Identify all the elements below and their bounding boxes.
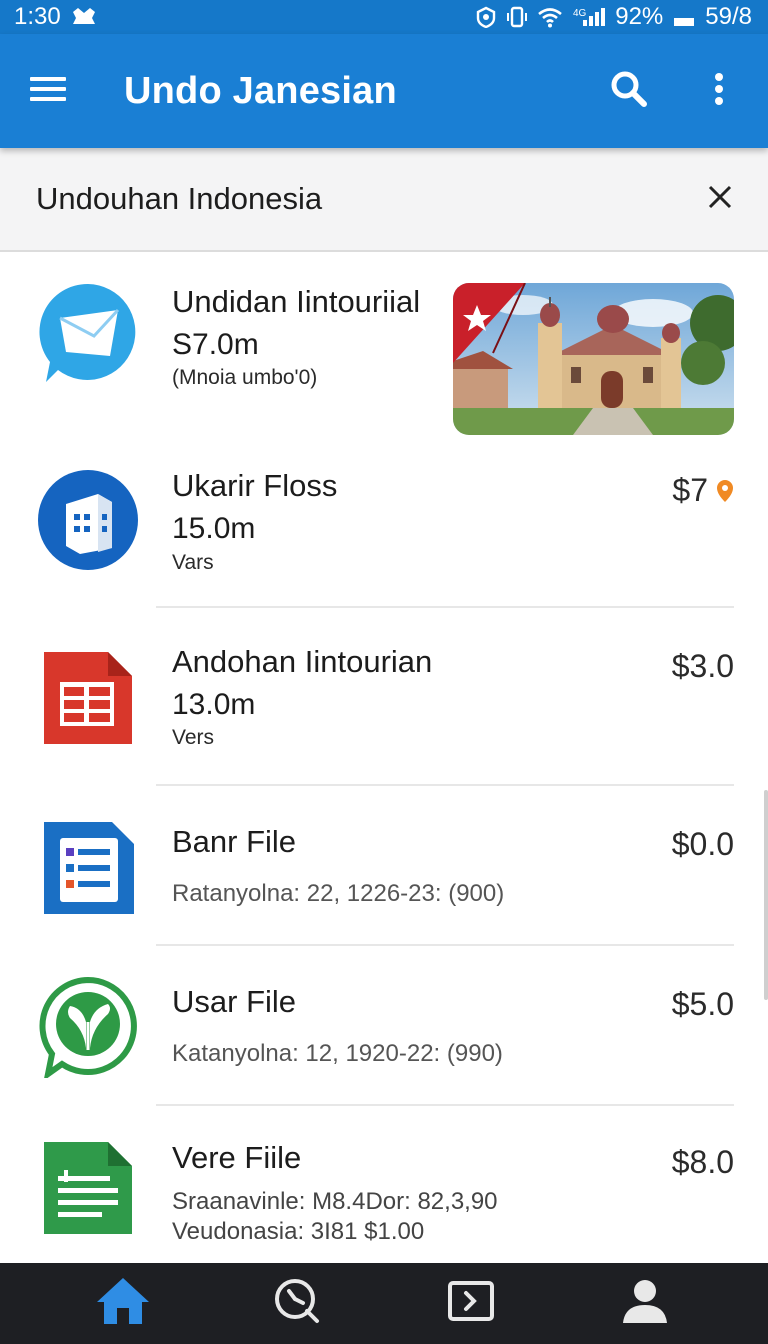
item-title: Vere Fiile [172, 1140, 302, 1175]
status-bar: 1:30 4G 92% 59/8 [0, 0, 768, 34]
svg-text:4G: 4G [573, 8, 587, 19]
app-title: Undo Janesian [124, 69, 397, 112]
app-notification-icon [71, 6, 97, 28]
item-price: $3.0 [671, 648, 734, 684]
download-list: Undidan Iintouriial S7.0m (Mnoia umbo'0) [0, 252, 768, 1263]
sub-header-title: Undouhan Indonesia [36, 181, 323, 216]
nav-history-button[interactable] [247, 1263, 347, 1344]
item-size: 13.0m [172, 688, 256, 721]
nav-profile-button[interactable] [595, 1263, 695, 1344]
close-icon [707, 184, 733, 215]
nav-media-button[interactable] [421, 1263, 521, 1344]
list-item[interactable]: Andohan Iintourian 13.0m Vers $3.0 [0, 608, 768, 786]
bottom-navigation [0, 1263, 768, 1344]
more-vert-icon [713, 72, 725, 111]
document-list-icon [36, 816, 140, 920]
building-icon [36, 468, 140, 572]
green-sheet-icon [36, 1136, 140, 1240]
item-meta: Ratanyolna: 22, 1226-23: (900) [172, 880, 505, 907]
app-bar: Undo Janesian [0, 34, 768, 148]
wifi-icon [537, 6, 563, 28]
item-subtitle: (Mnoia umbo'0) [172, 366, 318, 389]
item-title: Andohan Iintourian [172, 644, 433, 679]
battery-percent: 92% [615, 3, 664, 30]
shield-icon [475, 6, 497, 28]
list-item[interactable]: Banr File Ratanyolna: 22, 1226-23: (900)… [0, 786, 768, 946]
church-photo-thumbnail[interactable] [453, 283, 734, 435]
spreadsheet-red-icon [36, 646, 140, 750]
hamburger-menu-icon [30, 75, 68, 108]
item-price: $0.0 [671, 826, 734, 862]
history-icon [273, 1277, 321, 1330]
item-size: S7.0m [172, 328, 259, 361]
media-icon [447, 1280, 495, 1327]
list-item[interactable]: Usar File Katanyolna: 12, 1920-22: (990)… [0, 946, 768, 1106]
status-extra: 59/8 [705, 3, 752, 30]
status-time: 1:30 [14, 3, 61, 30]
item-subtitle: Vars [172, 551, 214, 574]
list-item[interactable]: Ukarir Floss 15.0m Vars $7 [0, 432, 768, 608]
search-button[interactable] [584, 34, 674, 148]
item-meta: Sraanavinle: M8.4Dor: 82,3,90 [172, 1188, 498, 1215]
mail-chat-icon [36, 280, 140, 384]
item-title: Ukarir Floss [172, 468, 338, 503]
nav-home-button[interactable] [73, 1263, 173, 1344]
list-item[interactable]: Undidan Iintouriial S7.0m (Mnoia umbo'0) [0, 252, 768, 435]
location-pin-icon [716, 479, 734, 508]
item-price: $8.0 [671, 1144, 734, 1180]
more-options-button[interactable] [674, 34, 764, 148]
menu-button[interactable] [0, 34, 102, 148]
list-item[interactable]: Vere Fiile Sraanavinle: M8.4Dor: 82,3,90… [0, 1106, 768, 1263]
sub-header: Undouhan Indonesia [0, 148, 768, 252]
item-size: 15.0m [172, 512, 256, 545]
item-title: Undidan Iintouriial [172, 284, 421, 319]
search-icon [609, 69, 649, 114]
profile-icon [621, 1277, 669, 1330]
item-title: Banr File [172, 824, 297, 859]
item-meta: Katanyolna: 12, 1920-22: (990) [172, 1040, 503, 1067]
vibrate-icon [507, 6, 528, 28]
item-meta-secondary: Veudonasia: 3I81 $1.00 [172, 1218, 425, 1245]
leaf-chat-icon [36, 974, 140, 1078]
scrollbar[interactable] [764, 790, 768, 1000]
item-price: $7 [672, 472, 708, 508]
home-icon [95, 1276, 151, 1331]
item-title: Usar File [172, 984, 297, 1019]
item-price: $5.0 [671, 986, 734, 1022]
item-subtitle: Vers [172, 726, 215, 749]
battery-icon [673, 6, 695, 28]
signal-icon: 4G [573, 6, 606, 28]
close-button[interactable] [696, 175, 744, 223]
